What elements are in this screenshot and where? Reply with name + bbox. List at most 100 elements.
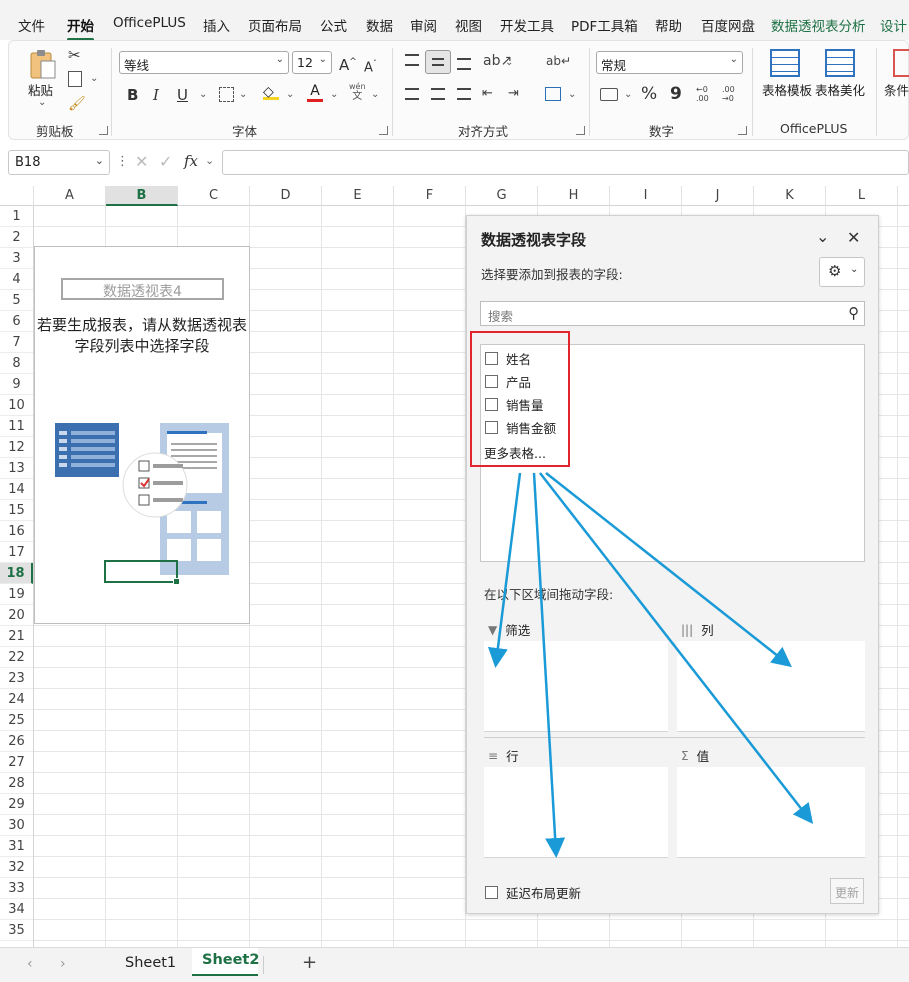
- copy-dropdown-icon[interactable]: ⌄: [90, 73, 98, 84]
- row-header-19[interactable]: 19: [0, 584, 33, 605]
- number-launcher-icon[interactable]: [738, 126, 747, 135]
- paste-icon[interactable]: [28, 48, 58, 80]
- prev-sheet-icon[interactable]: ‹: [27, 956, 33, 972]
- chevron-down-icon[interactable]: ⌄: [205, 154, 214, 167]
- table-template-icon[interactable]: [770, 49, 800, 77]
- row-header-30[interactable]: 30: [0, 815, 33, 836]
- defer-checkbox[interactable]: [485, 886, 498, 899]
- column-header-d[interactable]: D: [250, 186, 322, 206]
- increase-decimal-icon[interactable]: ←0.00: [696, 85, 709, 103]
- formula-input[interactable]: [222, 150, 909, 175]
- menu-officeplus[interactable]: OfficePLUS: [113, 15, 186, 31]
- row-header-4[interactable]: 4: [0, 269, 33, 290]
- menu-home[interactable]: 开始: [67, 15, 94, 41]
- align-top-icon[interactable]: [405, 54, 419, 66]
- row-header-26[interactable]: 26: [0, 731, 33, 752]
- shrink-font-button[interactable]: Aˇ: [364, 54, 377, 78]
- add-sheet-button[interactable]: +: [302, 952, 317, 973]
- underline-dropdown-icon[interactable]: ⌄: [199, 89, 207, 100]
- columns-zone[interactable]: [677, 641, 865, 732]
- row-header-18[interactable]: 18: [0, 563, 33, 584]
- column-header-b[interactable]: B: [106, 186, 178, 206]
- format-painter-icon[interactable]: 🖌: [68, 96, 86, 112]
- comma-button[interactable]: 9: [670, 84, 682, 104]
- align-right-icon[interactable]: [457, 88, 471, 100]
- row-header-14[interactable]: 14: [0, 479, 33, 500]
- font-size-select[interactable]: 12 ⌄: [292, 51, 332, 74]
- phonetic-icon[interactable]: wén 文: [349, 82, 366, 102]
- merge-center-icon[interactable]: [545, 87, 561, 101]
- fill-color-dropdown-icon[interactable]: ⌄: [286, 89, 294, 100]
- bold-button[interactable]: B: [127, 85, 138, 105]
- values-zone[interactable]: [677, 767, 865, 858]
- close-icon[interactable]: ✕: [847, 228, 860, 247]
- menu-insert[interactable]: 插入: [203, 15, 230, 35]
- accounting-format-icon[interactable]: [600, 88, 618, 101]
- row-header-7[interactable]: 7: [0, 332, 33, 353]
- number-format-select[interactable]: 常规 ⌄: [596, 51, 743, 74]
- column-header-g[interactable]: G: [466, 186, 538, 206]
- row-header-25[interactable]: 25: [0, 710, 33, 731]
- accounting-dropdown-icon[interactable]: ⌄: [624, 89, 632, 100]
- copy-icon[interactable]: [68, 71, 82, 87]
- row-header-33[interactable]: 33: [0, 878, 33, 899]
- phonetic-dropdown-icon[interactable]: ⌄: [371, 89, 379, 100]
- next-sheet-icon[interactable]: ›: [60, 956, 66, 972]
- row-header-15[interactable]: 15: [0, 500, 33, 521]
- rows-zone[interactable]: [484, 767, 668, 858]
- name-box[interactable]: B18 ⌄: [8, 150, 110, 175]
- row-header-27[interactable]: 27: [0, 752, 33, 773]
- column-header-a[interactable]: A: [34, 186, 106, 206]
- row-header-6[interactable]: 6: [0, 311, 33, 332]
- row-header-17[interactable]: 17: [0, 542, 33, 563]
- menu-data[interactable]: 数据: [366, 15, 393, 35]
- cut-icon[interactable]: ✂: [68, 46, 81, 64]
- menu-view[interactable]: 视图: [455, 15, 482, 35]
- wrap-text-icon[interactable]: ab↵: [546, 54, 571, 68]
- font-color-dropdown-icon[interactable]: ⌄: [330, 89, 338, 100]
- row-header-24[interactable]: 24: [0, 689, 33, 710]
- search-icon[interactable]: ⚲: [848, 304, 859, 322]
- row-header-11[interactable]: 11: [0, 416, 33, 437]
- row-header-22[interactable]: 22: [0, 647, 33, 668]
- menu-pivot-analyze[interactable]: 数据透视表分析: [771, 15, 866, 35]
- insert-function-button[interactable]: fx: [184, 152, 198, 170]
- row-header-10[interactable]: 10: [0, 395, 33, 416]
- menu-page-layout[interactable]: 页面布局: [248, 15, 302, 35]
- fill-color-icon[interactable]: ◇: [263, 84, 279, 100]
- increase-indent-icon[interactable]: ⇥: [508, 86, 519, 101]
- column-header-i[interactable]: I: [610, 186, 682, 206]
- decrease-indent-icon[interactable]: ⇤: [482, 86, 493, 101]
- row-header-3[interactable]: 3: [0, 248, 33, 269]
- conditional-format-button[interactable]: 条件: [884, 80, 909, 99]
- row-header-1[interactable]: 1: [0, 206, 33, 227]
- orientation-dropdown-icon[interactable]: ⌄: [505, 57, 513, 68]
- column-header-c[interactable]: C: [178, 186, 250, 206]
- percent-button[interactable]: %: [641, 84, 657, 104]
- decrease-decimal-icon[interactable]: .00 →0: [722, 85, 735, 103]
- cancel-icon[interactable]: ✕: [135, 152, 148, 171]
- row-header-23[interactable]: 23: [0, 668, 33, 689]
- column-header-j[interactable]: J: [682, 186, 754, 206]
- font-name-select[interactable]: 等线 ⌄: [119, 51, 289, 74]
- row-header-31[interactable]: 31: [0, 836, 33, 857]
- row-header-20[interactable]: 20: [0, 605, 33, 626]
- align-center-icon[interactable]: [431, 88, 445, 100]
- row-header-32[interactable]: 32: [0, 857, 33, 878]
- column-header-l[interactable]: L: [826, 186, 898, 206]
- enter-icon[interactable]: ✓: [159, 152, 172, 171]
- column-header-f[interactable]: F: [394, 186, 466, 206]
- row-header-28[interactable]: 28: [0, 773, 33, 794]
- table-beautify-button[interactable]: 表格美化: [815, 80, 865, 99]
- menu-help[interactable]: 帮助: [655, 15, 682, 35]
- row-header-8[interactable]: 8: [0, 353, 33, 374]
- border-icon[interactable]: [219, 87, 234, 102]
- select-all-corner[interactable]: [0, 186, 34, 206]
- collapse-chevron-icon[interactable]: ⌄: [816, 227, 829, 246]
- row-header-12[interactable]: 12: [0, 437, 33, 458]
- row-header-34[interactable]: 34: [0, 899, 33, 920]
- merge-dropdown-icon[interactable]: ⌄: [568, 89, 576, 100]
- paste-dropdown-icon[interactable]: ⌄: [38, 97, 46, 108]
- menu-file[interactable]: 文件: [18, 15, 45, 35]
- align-bottom-icon[interactable]: [457, 58, 471, 70]
